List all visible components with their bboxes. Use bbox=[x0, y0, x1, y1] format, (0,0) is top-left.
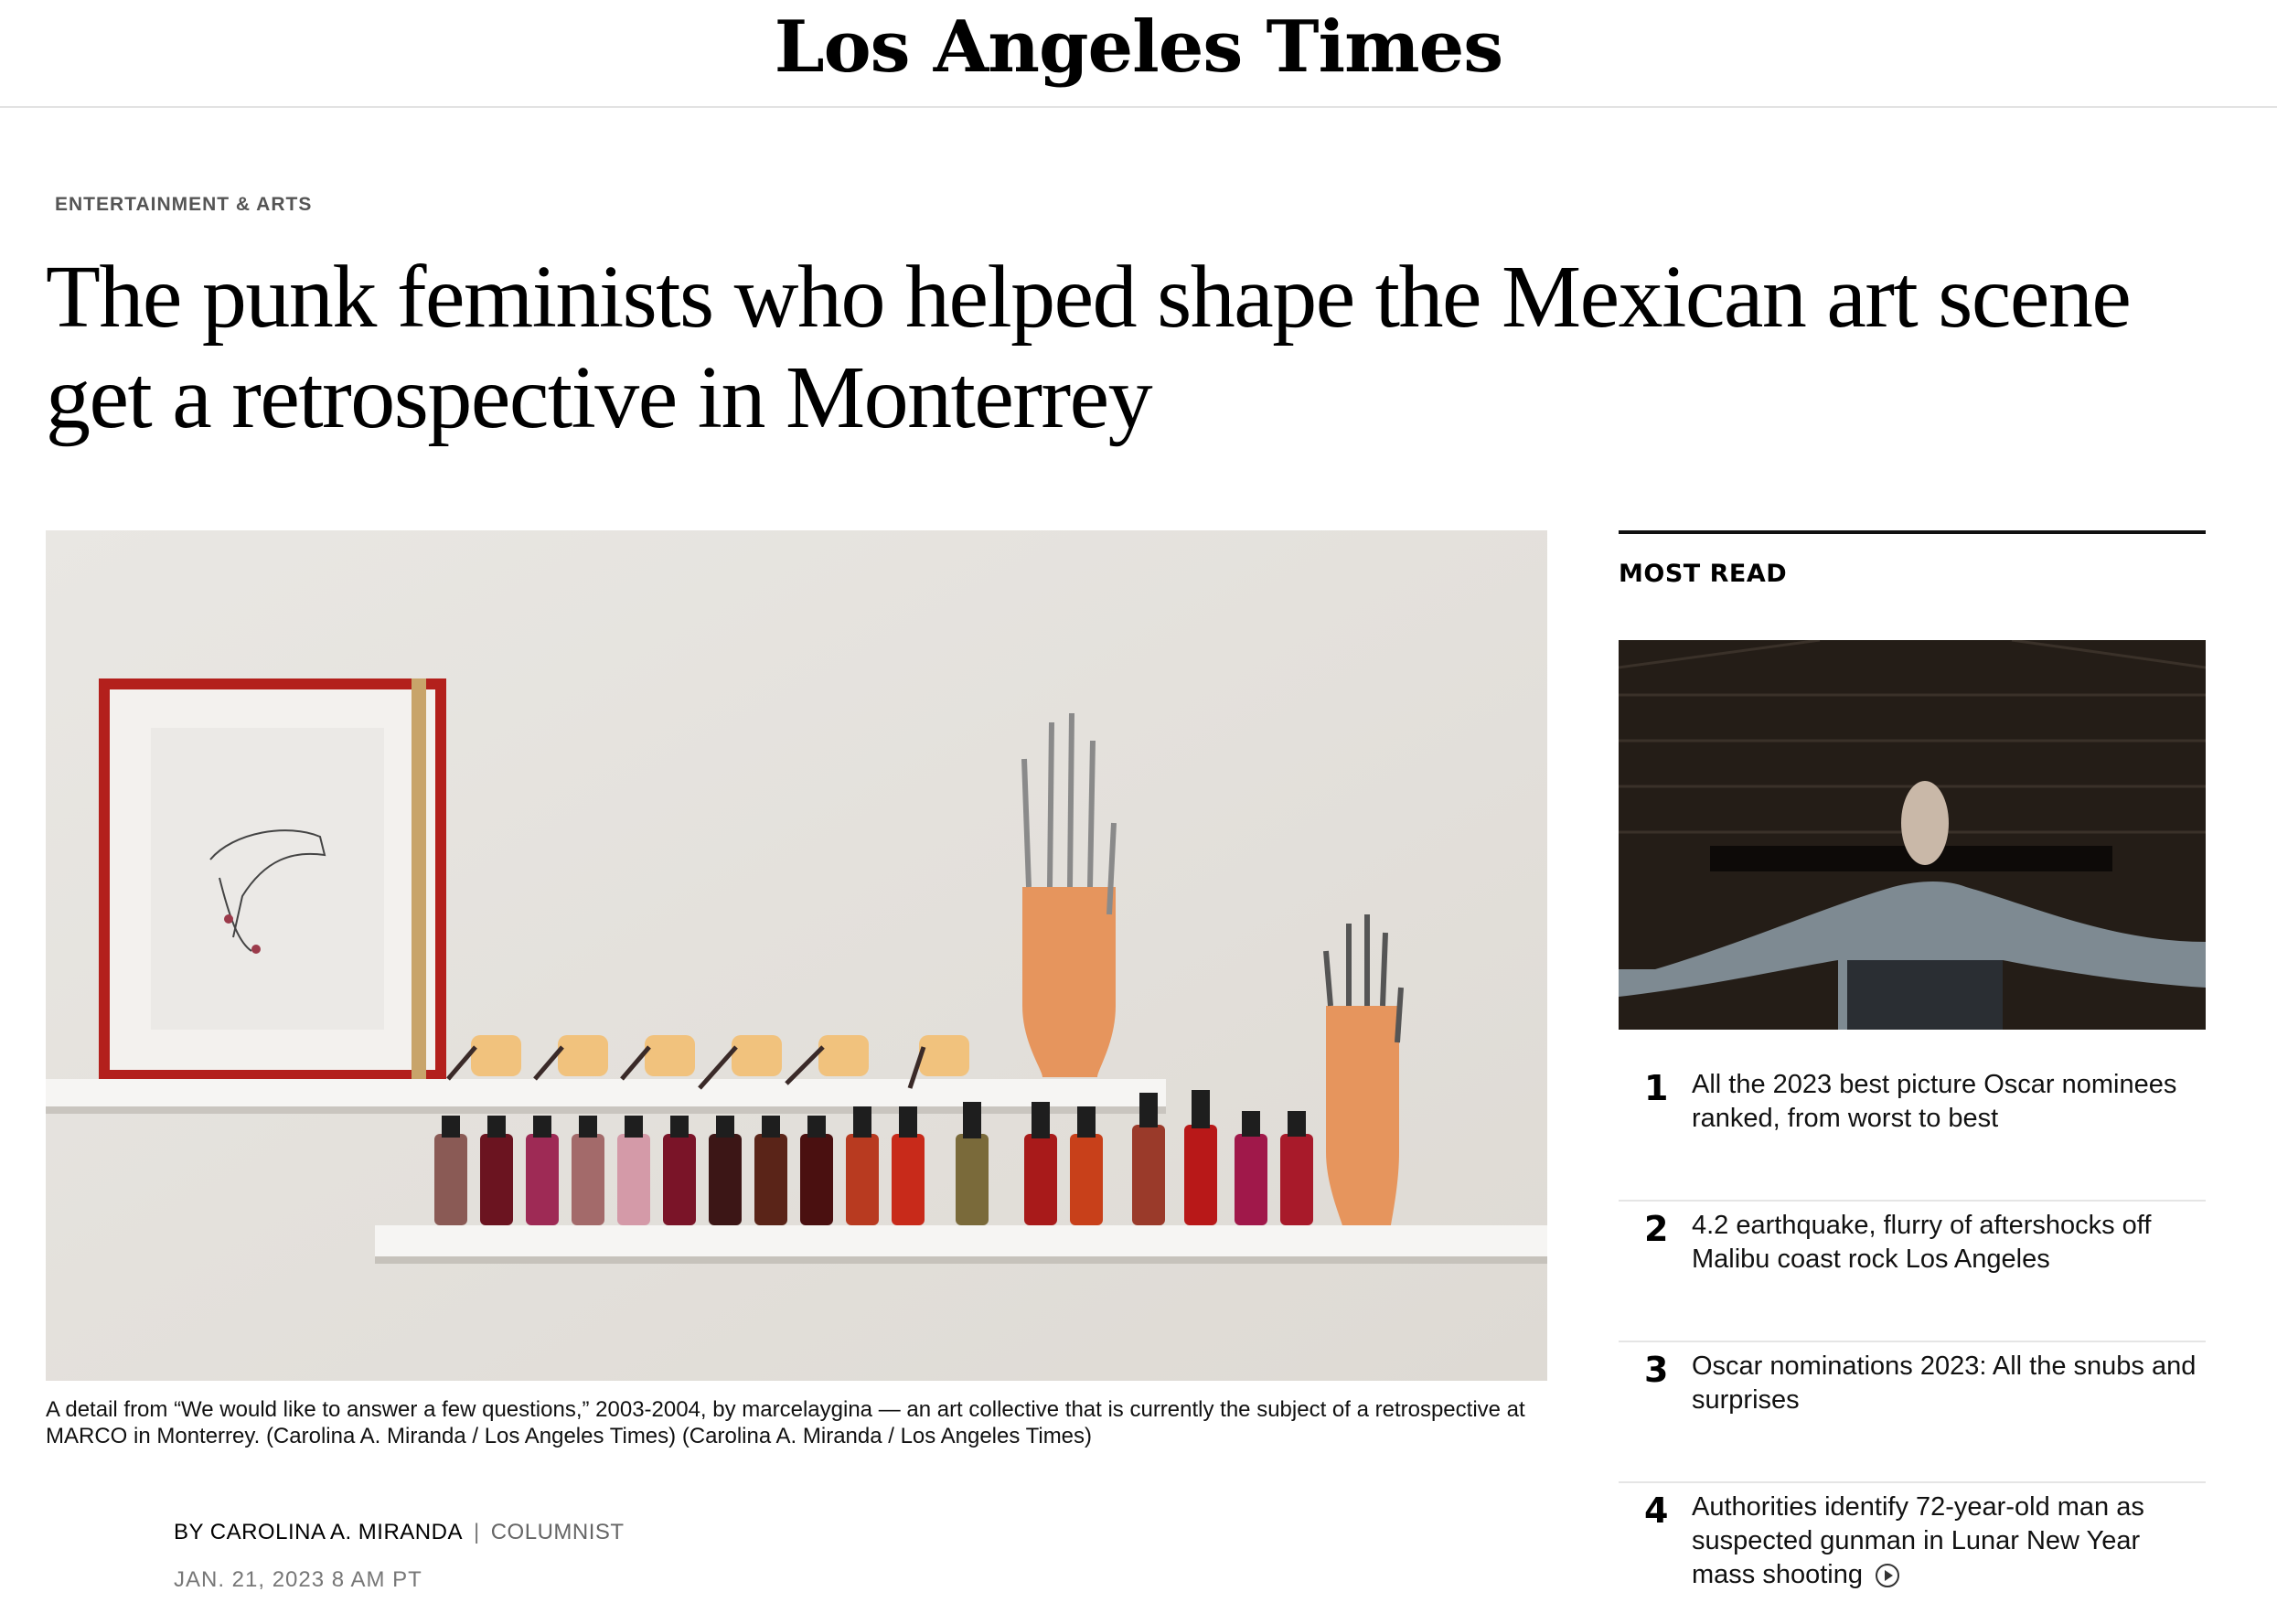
masthead: Los Angeles Times bbox=[0, 0, 2277, 108]
most-read-item[interactable]: 2 4.2 earthquake, flurry of aftershocks … bbox=[1619, 1202, 2206, 1342]
author-role: COLUMNIST bbox=[490, 1520, 625, 1544]
conductor-photo bbox=[1619, 640, 2206, 1030]
most-read-link[interactable]: Authorities identify 72-year-old man as … bbox=[1692, 1490, 2204, 1592]
art-installation-photo bbox=[46, 530, 1547, 1381]
most-read-list: 1 All the 2023 best picture Oscar nomine… bbox=[1619, 1061, 2206, 1624]
rank-number: 2 bbox=[1644, 1209, 1669, 1249]
publish-date: JAN. 21, 2023 8 AM PT bbox=[174, 1567, 422, 1592]
most-read-link-text[interactable]: Authorities identify 72-year-old man as … bbox=[1692, 1492, 2144, 1589]
byline-separator: | bbox=[473, 1520, 480, 1544]
most-read-item[interactable]: 4 Authorities identify 72-year-old man a… bbox=[1619, 1483, 2206, 1624]
rank-number: 1 bbox=[1644, 1068, 1669, 1108]
play-icon bbox=[1876, 1564, 1899, 1588]
byline: BY CAROLINA A. MIRANDA | COLUMNIST bbox=[174, 1520, 625, 1545]
section-label[interactable]: ENTERTAINMENT & ARTS bbox=[55, 194, 312, 216]
most-read-link[interactable]: Oscar nominations 2023: All the snubs an… bbox=[1692, 1350, 2204, 1417]
rank-number: 3 bbox=[1644, 1350, 1669, 1390]
most-read-item[interactable]: 1 All the 2023 best picture Oscar nomine… bbox=[1619, 1061, 2206, 1202]
lead-image bbox=[46, 530, 1547, 1381]
article-headline: The punk feminists who helped shape the … bbox=[46, 248, 2132, 447]
site-logo[interactable]: Los Angeles Times bbox=[0, 5, 2277, 89]
most-read-link[interactable]: 4.2 earthquake, flurry of aftershocks of… bbox=[1692, 1209, 2204, 1277]
author-name[interactable]: BY CAROLINA A. MIRANDA bbox=[174, 1520, 463, 1544]
most-read-item[interactable]: 3 Oscar nominations 2023: All the snubs … bbox=[1619, 1342, 2206, 1483]
most-read-title: MOST READ bbox=[1619, 560, 1788, 588]
most-read-link[interactable]: All the 2023 best picture Oscar nominees… bbox=[1692, 1068, 2204, 1136]
most-read-thumbnail[interactable] bbox=[1619, 640, 2206, 1030]
rank-number: 4 bbox=[1644, 1490, 1669, 1531]
image-caption: A detail from “We would like to answer a… bbox=[46, 1397, 1525, 1448]
most-read-module: MOST READ 1 All the 2023 best picture Os… bbox=[1619, 530, 2206, 1589]
